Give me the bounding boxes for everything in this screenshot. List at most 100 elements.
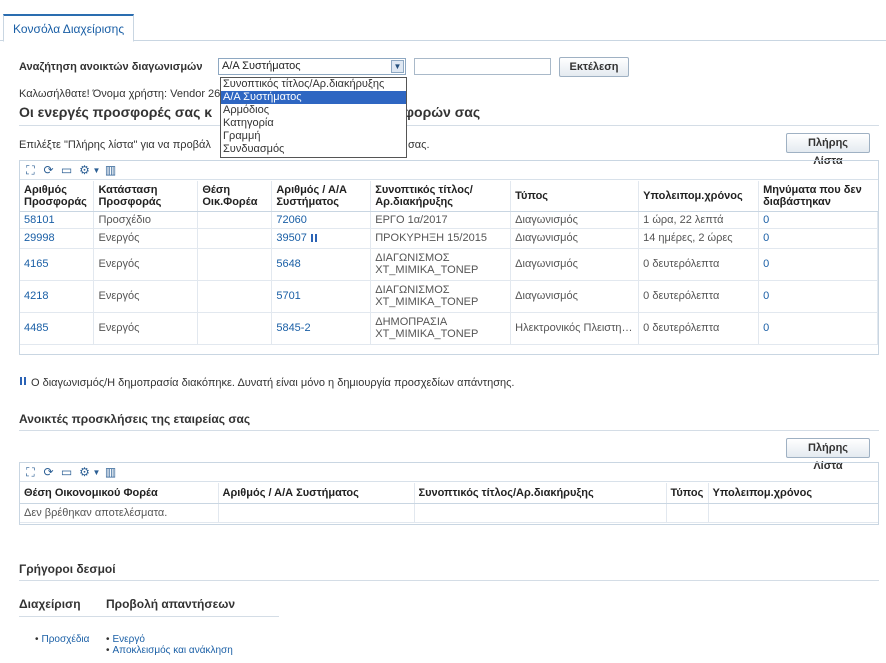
refresh-icon[interactable]: ⟳ [42,164,55,177]
system-number-link[interactable]: 5701 [271,280,372,313]
offers-table: ⛶ ⟳ ▭ ⚙ ▼ ▥ Αριθμός Προσφοράς Κατάσταση … [19,160,879,355]
dropdown-option[interactable]: Αρμόδιος [221,104,406,117]
offer-type: Διαγωνισμός [510,248,640,281]
offers-instructions: Επιλέξτε "Πλήρης λίστα" για να προβάλ [19,139,211,151]
table-row: 4485 Ενεργός 5845-2 ΔΗΜΟΠΡΑΣΙΑ ΧΤ_ΜΙΜΙΚΑ_… [20,312,878,345]
column-header[interactable]: Αριθμός / Α/Α Συστήματος [271,181,372,212]
column-header[interactable]: Τύπος [510,181,640,212]
column-header[interactable]: Θέση Οικ.Φορέα [197,181,273,212]
column-header[interactable]: Αριθμός / Α/Α Συστήματος [218,483,415,504]
offer-position [197,280,273,313]
offer-status: Προσχέδιο [93,211,199,229]
system-number-link[interactable]: 5648 [271,248,372,281]
offer-number-link[interactable]: 4165 [20,248,95,281]
offer-remaining: 0 δευτερόλεπτα [638,312,760,345]
full-list-button[interactable]: Πλήρης Λίστα [786,133,870,167]
dropdown-option[interactable]: Συνδυασμός [221,143,406,156]
dropdown-option[interactable]: Γραμμή [221,130,406,143]
quick-links-heading: Γρήγοροι δεσμοί [19,562,116,576]
offer-number-link[interactable]: 58101 [20,211,95,229]
detach-icon[interactable]: ⛶ [24,466,37,479]
chevron-down-icon[interactable]: ▼ [391,60,404,73]
offer-title: ΔΗΜΟΠΡΑΣΙΑ ΧΤ_ΜΙΜΙΚΑ_ΤΟΝΕΡ [370,312,512,345]
columns-icon[interactable]: ▥ [104,164,117,177]
pause-icon [20,377,26,385]
system-number-link[interactable]: 39507 [271,228,372,249]
tab-bar: Κονσόλα Διαχείρισης [0,0,886,42]
unread-link[interactable]: 0 [758,280,878,313]
offer-number-link[interactable]: 4218 [20,280,95,313]
chevron-down-icon[interactable]: ▼ [90,164,103,177]
search-type-dropdown[interactable]: Συνοπτικός τίτλος/Αρ.διακήρυξης Α/Α Συστ… [220,77,407,158]
divider [19,580,879,581]
table-header-row: Θέση Οικονομικού Φορέα Αριθμός / Α/Α Συσ… [20,483,878,504]
empty-message: Δεν βρέθηκαν αποτελέσματα. [20,503,219,523]
column-header[interactable]: Αριθμός Προσφοράς [20,181,95,212]
column-header[interactable]: Μηνύματα που δεν διαβάστηκαν [758,181,878,212]
offer-status: Ενεργός [93,312,199,345]
offer-title: ΔΙΑΓΩΝΙΣΜΟΣ ΧΤ_ΜΙΜΙΚΑ_ΤΟΝΕΡ [370,248,512,281]
dropdown-option[interactable]: Κατηγορία [221,117,406,130]
disqualified-withdrawn-link[interactable]: Αποκλεισμός και ανάκληση [106,645,233,656]
column-header[interactable]: Υπολειπομ.χρόνος [708,483,878,504]
unread-link[interactable]: 0 [758,228,878,249]
offer-number-link[interactable]: 29998 [20,228,95,249]
column-header[interactable]: Θέση Οικονομικού Φορέα [20,483,219,504]
search-input[interactable] [414,58,551,75]
dropdown-option-selected[interactable]: Α/Α Συστήματος [221,91,406,104]
empty-cell [218,503,415,523]
table-row: Δεν βρέθηκαν αποτελέσματα. [20,503,878,523]
divider [19,616,279,617]
search-type-select[interactable]: Α/Α Συστήματος ▼ [218,58,406,75]
invitations-table: ⛶ ⟳ ▭ ⚙ ▼ ▥ Θέση Οικονομικού Φορέα Αριθμ… [19,462,879,525]
pause-icon [310,234,317,243]
search-type-value: Α/Α Συστήματος [222,60,301,72]
drafts-link[interactable]: Προσχέδια [35,634,90,645]
table-row: 4218 Ενεργός 5701 ΔΙΑΓΩΝΙΣΜΟΣ ΧΤ_ΜΙΜΙΚΑ_Τ… [20,280,878,313]
columns-icon[interactable]: ▥ [104,466,117,479]
offer-remaining: 14 ημέρες, 2 ώρες [638,228,760,249]
system-number-link[interactable]: 72060 [271,211,372,229]
offer-number-link[interactable]: 4485 [20,312,95,345]
invitations-grid: Θέση Οικονομικού Φορέα Αριθμός / Α/Α Συσ… [20,483,878,523]
offer-title: ΠΡΟΚΥΡΗΞΗ 15/2015 [370,228,512,249]
unread-link[interactable]: 0 [758,211,878,229]
column-header[interactable]: Συνοπτικός τίτλος/Αρ.διακήρυξης [414,483,667,504]
table-row: 58101 Προσχέδιο 72060 ΕΡΓΟ 1α/2017 Διαγω… [20,211,878,229]
tab-admin-console[interactable]: Κονσόλα Διαχείρισης [3,14,135,42]
table-header-row: Αριθμός Προσφοράς Κατάσταση Προσφοράς Θέ… [20,181,878,212]
empty-cell [666,503,709,523]
export-icon[interactable]: ▭ [60,164,73,177]
column-header[interactable]: Συνοπτικός τίτλος/Αρ.διακήρυξης [370,181,512,212]
active-link[interactable]: Ενεργό [106,634,145,645]
divider [19,125,879,126]
refresh-icon[interactable]: ⟳ [42,466,55,479]
offer-position [197,211,273,229]
system-number-link[interactable]: 5845-2 [271,312,372,345]
table-toolbar: ⛶ ⟳ ▭ ⚙ ▼ ▥ [20,161,878,180]
offer-remaining: 0 δευτερόλεπτα [638,280,760,313]
run-button[interactable]: Εκτέλεση [559,57,629,77]
offer-status: Ενεργός [93,248,199,281]
search-label: Αναζήτηση ανοικτών διαγωνισμών [19,61,203,73]
offer-position [197,228,273,249]
chevron-down-icon[interactable]: ▼ [90,466,103,479]
offer-type: Διαγωνισμός [510,228,640,249]
column-header[interactable]: Κατάσταση Προσφοράς [93,181,199,212]
offer-position [197,248,273,281]
offer-status: Ενεργός [93,228,199,249]
dropdown-option[interactable]: Συνοπτικός τίτλος/Αρ.διακήρυξης [221,78,406,91]
empty-cell [414,503,667,523]
column-header[interactable]: Τύπος [666,483,709,504]
column-header[interactable]: Υπολειπομ.χρόνος [638,181,760,212]
offer-position [197,312,273,345]
empty-cell [708,503,878,523]
divider [19,430,879,431]
unread-link[interactable]: 0 [758,248,878,281]
detach-icon[interactable]: ⛶ [24,164,37,177]
unread-link[interactable]: 0 [758,312,878,345]
full-list-button[interactable]: Πλήρης Λίστα [786,438,870,472]
export-icon[interactable]: ▭ [60,466,73,479]
management-heading: Διαχείριση [19,597,81,611]
invitations-heading: Ανοικτές προσκλήσεις της εταιρείας σας [19,412,251,426]
